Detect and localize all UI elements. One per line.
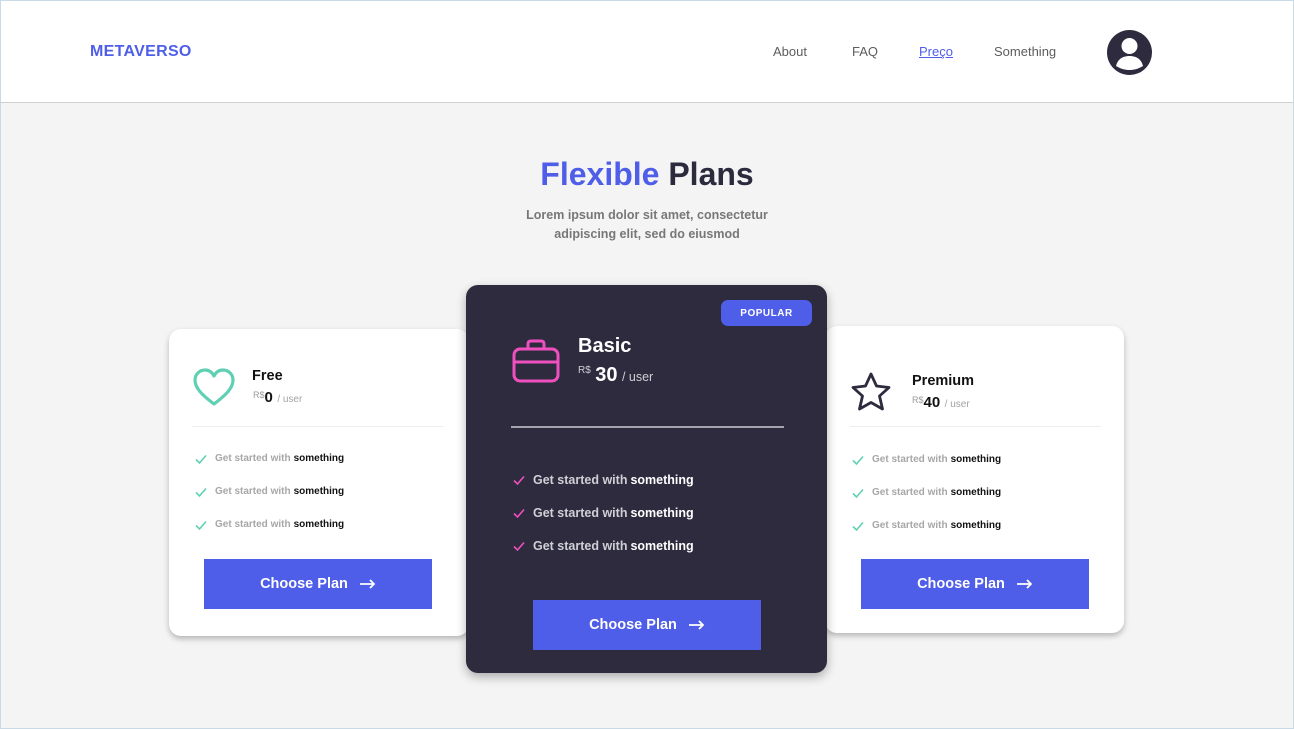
page-subtitle: Lorem ipsum dolor sit amet, consectetur … xyxy=(497,206,797,244)
button-label: Choose Plan xyxy=(917,576,1005,592)
plan-card-free: Free R$0 / user Get started with somethin… xyxy=(169,329,469,636)
feature-strong: something xyxy=(293,453,345,464)
brand-logo[interactable]: METAVERSO xyxy=(90,43,192,61)
price-amount: 0 xyxy=(264,389,273,406)
feature-item: Get started with something xyxy=(851,509,1001,542)
feature-text: Get started with xyxy=(872,487,948,498)
feature-list: Get started with something Get started wi… xyxy=(512,463,694,562)
subtitle-line-1: Lorem ipsum dolor sit amet, consectetur xyxy=(526,208,768,222)
card-divider xyxy=(850,426,1101,427)
plan-price: R$40 / user xyxy=(912,394,970,412)
price-currency: R$ xyxy=(912,395,924,405)
feature-strong: something xyxy=(630,472,694,487)
subtitle-line-2: adipiscing elit, sed do eiusmod xyxy=(554,227,740,241)
feature-text: Get started with xyxy=(215,453,291,464)
choose-plan-button-basic[interactable]: Choose Plan xyxy=(533,600,761,650)
feature-list: Get started with something Get started wi… xyxy=(851,443,1001,542)
card-divider xyxy=(192,426,444,427)
avatar[interactable] xyxy=(1107,30,1152,75)
check-icon xyxy=(513,475,525,485)
card-divider xyxy=(511,426,784,428)
plan-name: Free xyxy=(252,368,283,384)
nav-link-something[interactable]: Something xyxy=(994,44,1056,59)
check-icon xyxy=(852,455,864,465)
plan-name: Premium xyxy=(912,373,975,389)
feature-item: Get started with something xyxy=(194,442,344,475)
nav-link-about[interactable]: About xyxy=(773,44,807,59)
price-currency: R$ xyxy=(253,390,265,400)
feature-text: Get started with xyxy=(872,520,948,531)
feature-strong: something xyxy=(293,519,345,530)
arrow-right-icon xyxy=(1016,579,1033,589)
feature-list: Get started with something Get started wi… xyxy=(194,442,344,541)
check-icon xyxy=(513,541,525,551)
arrow-right-icon xyxy=(688,620,705,630)
plan-price: R$0 / user xyxy=(253,389,302,407)
feature-strong: something xyxy=(630,505,694,520)
check-icon xyxy=(852,521,864,531)
feature-text: Get started with xyxy=(533,472,628,487)
nav-link-faq[interactable]: FAQ xyxy=(852,44,878,59)
check-icon xyxy=(852,488,864,498)
title-accent: Flexible xyxy=(540,156,660,192)
feature-text: Get started with xyxy=(533,538,628,553)
popular-badge: POPULAR xyxy=(721,300,812,326)
plan-price: R$ 30 / user xyxy=(578,364,653,387)
price-per: / user xyxy=(277,394,303,405)
feature-strong: something xyxy=(950,454,1002,465)
feature-strong: something xyxy=(950,487,1002,498)
check-icon xyxy=(195,520,207,530)
price-amount: 30 xyxy=(595,364,618,386)
top-navbar: METAVERSO About FAQ Preço Something xyxy=(1,1,1293,103)
feature-item: Get started with something xyxy=(512,529,694,562)
feature-strong: something xyxy=(950,520,1002,531)
nav-link-preco[interactable]: Preço xyxy=(919,44,953,59)
page-title: Flexible Plans xyxy=(1,156,1293,193)
plan-card-premium: Premium R$40 / user Get started with some… xyxy=(825,326,1124,633)
star-icon xyxy=(851,372,891,411)
choose-plan-button-free[interactable]: Choose Plan xyxy=(204,559,432,609)
check-icon xyxy=(513,508,525,518)
feature-item: Get started with something xyxy=(512,463,694,496)
feature-item: Get started with something xyxy=(851,443,1001,476)
check-icon xyxy=(195,454,207,464)
price-currency: R$ xyxy=(578,365,591,376)
price-per: / user xyxy=(944,399,970,410)
feature-text: Get started with xyxy=(872,454,948,465)
feature-item: Get started with something xyxy=(512,496,694,529)
check-icon xyxy=(195,487,207,497)
title-rest: Plans xyxy=(668,156,754,192)
feature-text: Get started with xyxy=(533,505,628,520)
feature-strong: something xyxy=(630,538,694,553)
price-amount: 40 xyxy=(923,394,941,411)
heart-icon xyxy=(193,368,235,406)
feature-item: Get started with something xyxy=(851,476,1001,509)
feature-item: Get started with something xyxy=(194,508,344,541)
button-label: Choose Plan xyxy=(260,576,348,592)
feature-text: Get started with xyxy=(215,486,291,497)
arrow-right-icon xyxy=(359,579,376,589)
plan-card-basic: POPULAR Basic R$ 30 / user Get started w… xyxy=(466,285,827,673)
user-icon xyxy=(1116,38,1143,70)
briefcase-icon xyxy=(512,339,560,383)
price-per: / user xyxy=(621,370,654,384)
plan-name: Basic xyxy=(578,335,632,357)
choose-plan-button-premium[interactable]: Choose Plan xyxy=(861,559,1089,609)
feature-item: Get started with something xyxy=(194,475,344,508)
feature-strong: something xyxy=(293,486,345,497)
button-label: Choose Plan xyxy=(589,617,677,633)
feature-text: Get started with xyxy=(215,519,291,530)
